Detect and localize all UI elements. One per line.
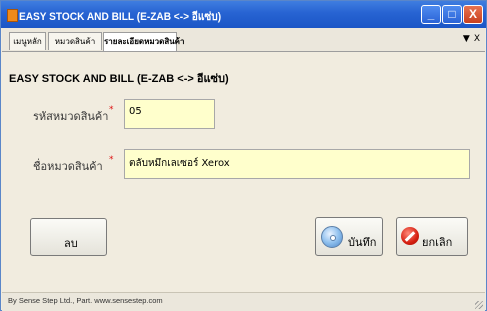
- resize-grip-icon[interactable]: [475, 301, 483, 309]
- category-code-input[interactable]: 05: [124, 99, 215, 129]
- cancel-button[interactable]: ยกเลิก: [396, 217, 468, 256]
- category-name-label: ชื่อหมวดสินค้า: [33, 160, 103, 173]
- app-window: EASY STOCK AND BILL (E-ZAB <-> อีแซ่บ) _…: [0, 0, 487, 311]
- tab-main-menu[interactable]: เมนูหลัก: [9, 32, 46, 50]
- minimize-button[interactable]: _: [421, 5, 441, 24]
- title-bar[interactable]: EASY STOCK AND BILL (E-ZAB <-> อีแซ่บ) _…: [1, 1, 486, 28]
- tab-bar: เมนูหลัก หมวดสินค้า รายละเอียดหมวดสินค้า…: [2, 28, 485, 52]
- disk-icon: [321, 226, 343, 248]
- tab-category-detail[interactable]: รายละเอียดหมวดสินค้า: [103, 32, 185, 51]
- cancel-icon: [401, 227, 419, 245]
- tab-close-icon[interactable]: X: [474, 34, 480, 44]
- status-text: By Sense Step Ltd., Part. www.sensestep.…: [8, 296, 163, 305]
- close-button[interactable]: X: [463, 5, 483, 24]
- tab-nav: ▼ X: [459, 34, 480, 44]
- category-name-input[interactable]: ตลับหมึกเลเซอร์ Xerox: [124, 149, 470, 179]
- status-bar: By Sense Step Ltd., Part. www.sensestep.…: [2, 292, 485, 311]
- app-icon: [7, 9, 18, 22]
- maximize-button[interactable]: □: [442, 5, 462, 24]
- form-heading: EASY STOCK AND BILL (E-ZAB <-> อีแซ่บ): [9, 73, 229, 85]
- save-button[interactable]: บันทึก: [315, 217, 383, 256]
- save-button-label: บันทึก: [348, 236, 377, 249]
- required-marker: *: [109, 155, 114, 165]
- tab-product-category[interactable]: หมวดสินค้า: [48, 32, 102, 50]
- delete-button[interactable]: ลบ: [30, 218, 107, 256]
- chevron-down-icon[interactable]: ▼: [463, 34, 470, 44]
- cancel-button-label: ยกเลิก: [422, 236, 453, 249]
- category-code-label: รหัสหมวดสินค้า: [33, 110, 109, 123]
- window-title: EASY STOCK AND BILL (E-ZAB <-> อีแซ่บ): [19, 11, 222, 23]
- delete-button-label: ลบ: [64, 237, 78, 250]
- required-marker: *: [109, 105, 114, 115]
